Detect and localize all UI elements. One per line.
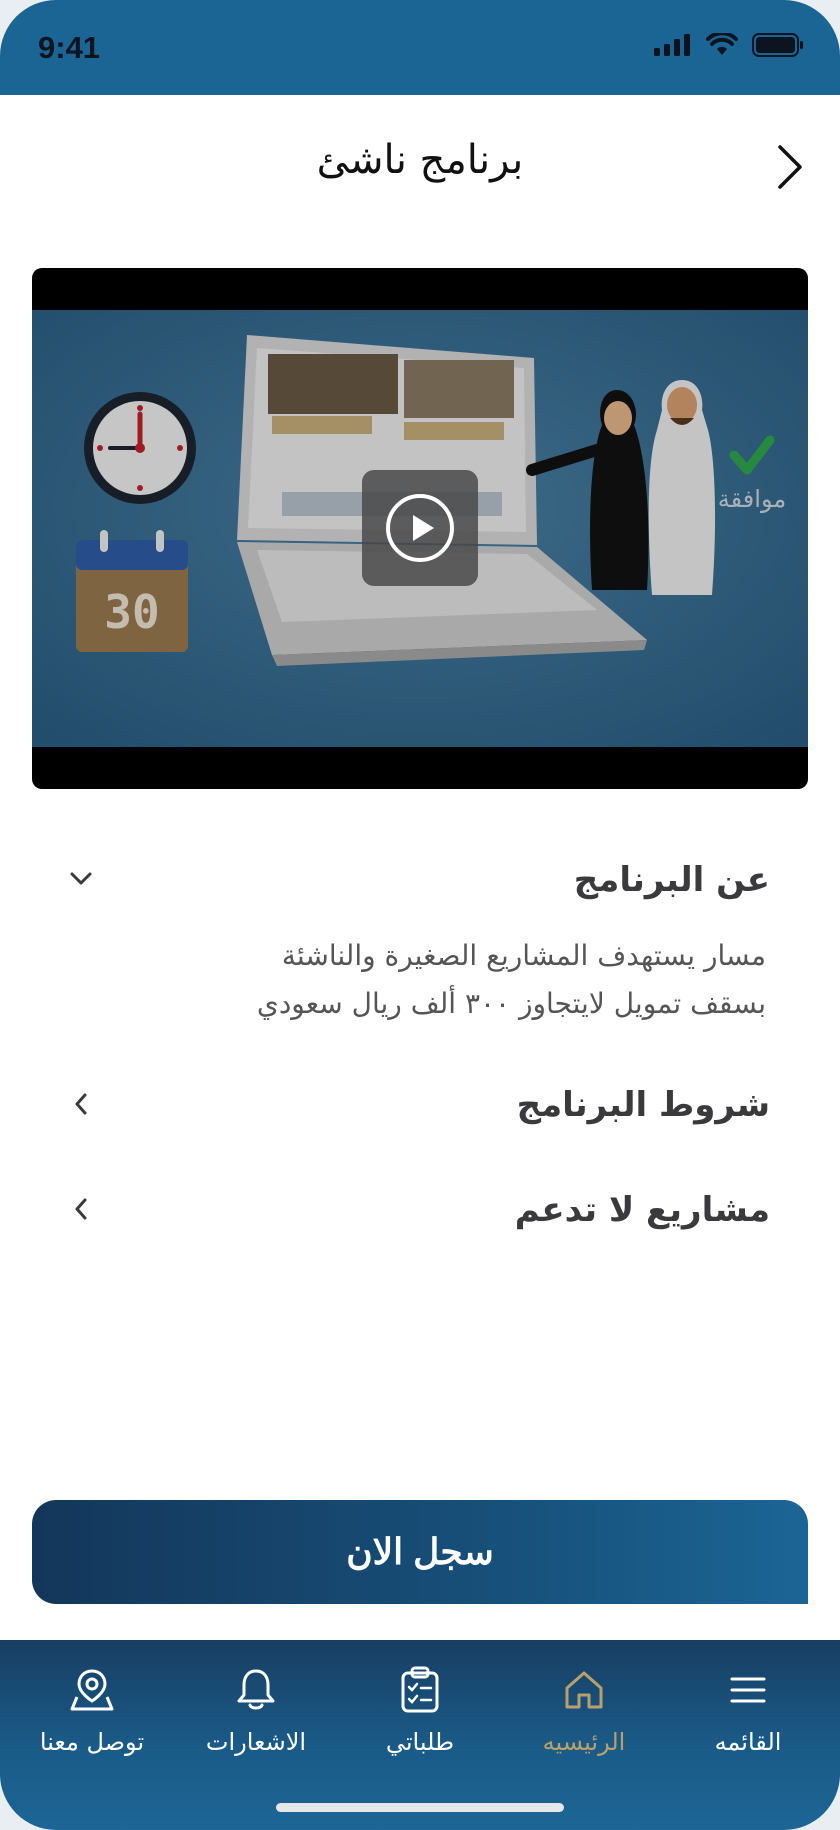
program-accordion: عن البرنامج مسار يستهدف المشاريع الصغيرة… bbox=[0, 850, 840, 1230]
accordion-title: عن البرنامج bbox=[573, 860, 770, 900]
home-indicator bbox=[276, 1803, 564, 1812]
play-icon bbox=[386, 494, 454, 562]
wifi-icon bbox=[706, 31, 738, 61]
register-now-button[interactable]: سجل الان bbox=[32, 1500, 808, 1604]
accordion-item-about[interactable]: عن البرنامج مسار يستهدف المشاريع الصغيرة… bbox=[0, 850, 840, 1028]
status-bar: 9:41 bbox=[0, 0, 840, 95]
bell-icon bbox=[234, 1662, 278, 1718]
home-icon bbox=[562, 1662, 606, 1718]
app-screen: 9:41 برنامج ناشئ عن البرنامج مسار يستهدف… bbox=[0, 0, 840, 1830]
accordion-item-conditions[interactable]: شروط البرنامج bbox=[0, 1075, 840, 1135]
tab-label: الرئيسيه bbox=[542, 1728, 626, 1756]
accordion-header[interactable]: شروط البرنامج bbox=[0, 1075, 840, 1135]
signal-icon bbox=[654, 34, 692, 60]
body-line-1: مسار يستهدف المشاريع الصغيرة والناشئة bbox=[281, 939, 766, 972]
play-button[interactable] bbox=[362, 470, 478, 586]
video-player[interactable]: 30 bbox=[32, 268, 808, 789]
accordion-header[interactable]: عن البرنامج bbox=[0, 850, 840, 910]
accordion-title: شروط البرنامج bbox=[516, 1085, 770, 1125]
body-line-2: بسقف تمويل لايتجاوز ٣٠٠ ألف ريال سعودي bbox=[256, 987, 766, 1020]
chevron-right-icon bbox=[778, 145, 802, 189]
tab-label: القائمه bbox=[714, 1728, 782, 1756]
tab-contact-us[interactable]: توصل معنا bbox=[10, 1662, 174, 1830]
tab-menu[interactable]: القائمه bbox=[666, 1662, 830, 1830]
accordion-header[interactable]: مشاريع لا تدعم bbox=[0, 1180, 840, 1240]
accordion-body: مسار يستهدف المشاريع الصغيرة والناشئة بس… bbox=[180, 932, 766, 1028]
status-icons bbox=[654, 31, 804, 61]
chevron-down-icon[interactable] bbox=[66, 864, 96, 894]
back-button[interactable] bbox=[770, 139, 810, 195]
location-map-icon bbox=[69, 1662, 115, 1718]
clipboard-icon bbox=[399, 1662, 441, 1718]
tab-label: طلباتي bbox=[385, 1728, 455, 1756]
page-title: برنامج ناشئ bbox=[316, 137, 524, 183]
chevron-left-icon[interactable] bbox=[66, 1194, 96, 1224]
chevron-left-icon[interactable] bbox=[66, 1089, 96, 1119]
tab-label: الاشعارات bbox=[205, 1728, 307, 1756]
bottom-tab-bar: توصل معنا الاشعارات طلباتي الرئيسيه القا… bbox=[0, 1640, 840, 1830]
header: برنامج ناشئ bbox=[0, 95, 840, 235]
accordion-title: مشاريع لا تدعم bbox=[514, 1190, 770, 1230]
battery-icon bbox=[752, 33, 804, 61]
accordion-item-excluded-projects[interactable]: مشاريع لا تدعم bbox=[0, 1180, 840, 1240]
tab-label: توصل معنا bbox=[39, 1728, 145, 1756]
menu-icon bbox=[730, 1662, 766, 1718]
status-time: 9:41 bbox=[38, 30, 101, 65]
